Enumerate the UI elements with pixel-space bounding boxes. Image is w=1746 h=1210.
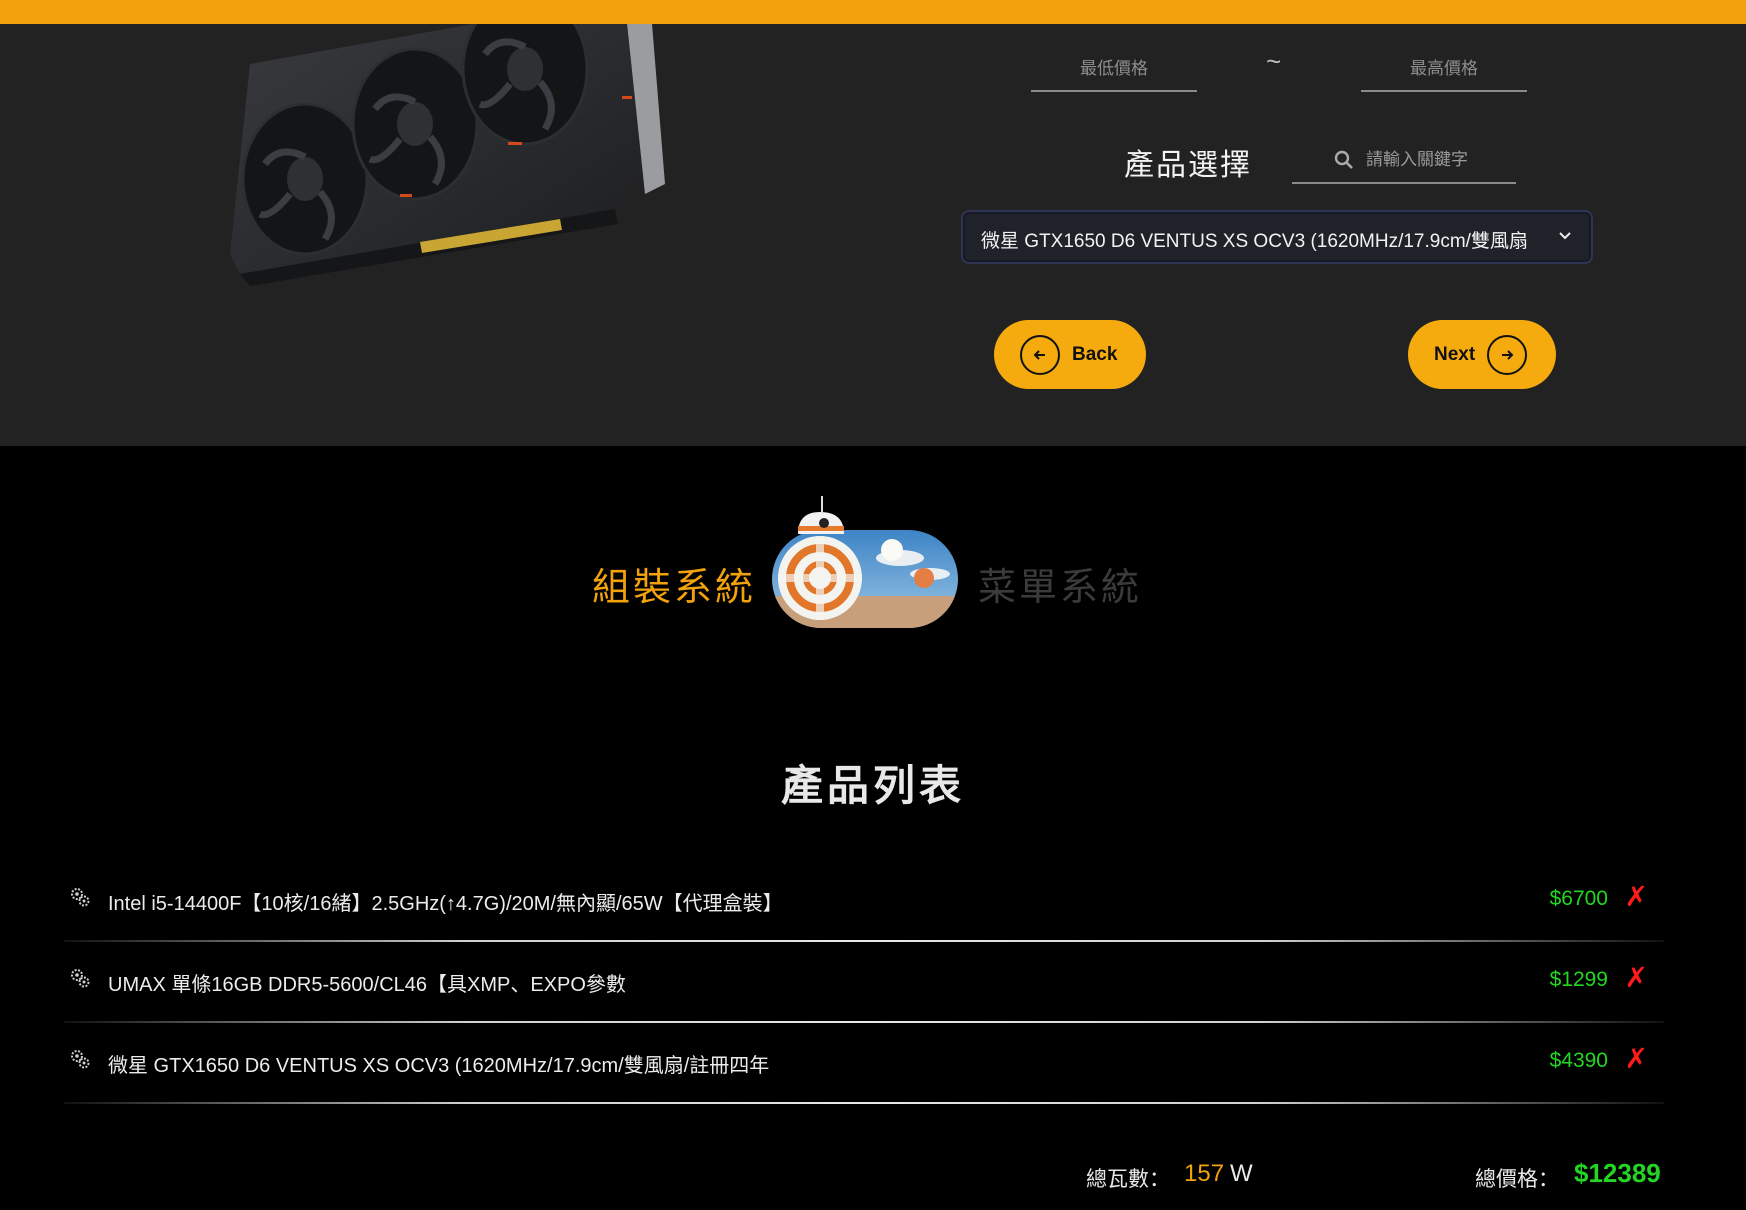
row-divider xyxy=(64,1021,1664,1023)
product-select[interactable]: 微星 GTX1650 D6 VENTUS XS OCV3 (1620MHz/17… xyxy=(961,210,1593,264)
product-price: $1299 xyxy=(1549,968,1608,991)
arrow-right-icon xyxy=(1487,334,1528,375)
product-select-label: 產品選擇 xyxy=(1124,149,1252,182)
list-item: Intel i5-14400F【10核/16緒】2.5GHz(↑4.7G)/20… xyxy=(64,862,1664,942)
total-price-value: $12389 xyxy=(1574,1158,1661,1188)
gears-icon xyxy=(71,969,90,988)
product-name: UMAX 單條16GB DDR5-5600/CL46【具XMP、EXPO參數 xyxy=(108,974,626,996)
next-button[interactable]: Next xyxy=(1408,320,1556,389)
range-separator: ~ xyxy=(1266,46,1282,76)
list-item: UMAX 單條16GB DDR5-5600/CL46【具XMP、EXPO參數 $1… xyxy=(64,943,1664,1023)
filter-panel: ~ 產品選擇 微星 GTX1650 D6 VENTUS XS OCV3 (162… xyxy=(0,24,1746,446)
gears-icon xyxy=(71,888,90,907)
total-watt-value: 157 xyxy=(1184,1160,1225,1187)
remove-item-button[interactable]: ✗ xyxy=(1625,1042,1648,1075)
total-price-label: 總價格： xyxy=(1475,1168,1559,1191)
back-label: Back xyxy=(1072,343,1118,365)
search-input[interactable] xyxy=(1364,144,1518,176)
remove-item-button[interactable]: ✗ xyxy=(1625,880,1648,913)
back-button[interactable]: Back xyxy=(994,320,1146,389)
top-accent-bar xyxy=(0,0,1746,24)
assembly-system-label[interactable]: 組裝系統 xyxy=(592,556,756,611)
row-divider xyxy=(64,940,1664,942)
row-divider xyxy=(64,1102,1664,1104)
menu-system-label[interactable]: 菜單系統 xyxy=(978,556,1142,611)
max-price-input[interactable] xyxy=(1361,48,1527,92)
total-watt-label: 總瓦數： xyxy=(1086,1168,1170,1191)
graphics-card-image xyxy=(230,24,665,286)
min-price-input[interactable] xyxy=(1031,48,1197,92)
arrow-left-icon xyxy=(1020,334,1060,375)
product-name: Intel i5-14400F【10核/16緒】2.5GHz(↑4.7G)/20… xyxy=(108,893,783,915)
selected-product-text: 微星 GTX1650 D6 VENTUS XS OCV3 (1620MHz/17… xyxy=(981,231,1528,252)
gears-icon xyxy=(71,1050,90,1069)
mode-toggle-switch[interactable] xyxy=(770,496,960,630)
chevron-down-icon xyxy=(1559,232,1571,240)
product-list-title: 產品列表 xyxy=(780,762,965,809)
total-watt-unit: W xyxy=(1230,1160,1253,1187)
product-price: $6700 xyxy=(1549,887,1608,910)
product-price: $4390 xyxy=(1549,1049,1608,1072)
search-box xyxy=(1292,138,1518,184)
list-item: 微星 GTX1650 D6 VENTUS XS OCV3 (1620MHz/17… xyxy=(64,1024,1664,1104)
remove-item-button[interactable]: ✗ xyxy=(1625,961,1648,994)
search-icon xyxy=(1334,150,1353,169)
product-name: 微星 GTX1650 D6 VENTUS XS OCV3 (1620MHz/17… xyxy=(108,1055,770,1077)
next-label: Next xyxy=(1434,343,1476,365)
